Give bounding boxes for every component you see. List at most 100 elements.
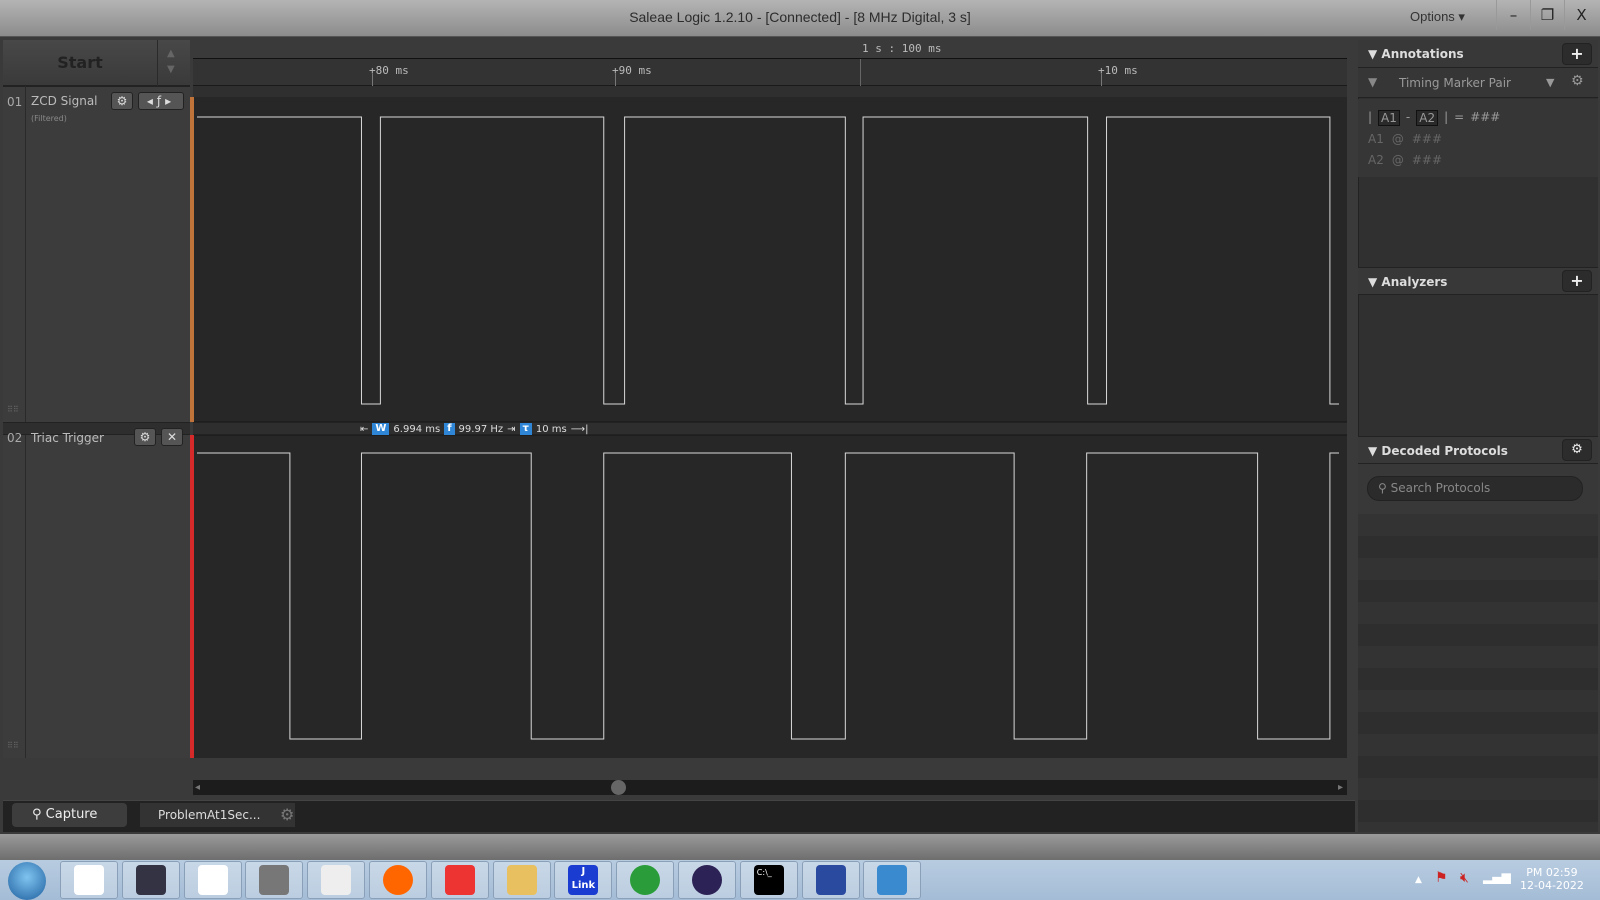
frequency-badge: f <box>444 423 455 435</box>
measurement-bar: ⇤ W 6.994 ms f 99.97 Hz ⇥ τ 10 ms ⟶| <box>360 423 589 435</box>
tab-session[interactable]: ProblemAt1Sec... <box>140 803 295 827</box>
taskbar-x-app[interactable] <box>121 861 180 899</box>
horizontal-scrollbar[interactable] <box>193 780 1347 795</box>
taskbar-cmd[interactable]: C:\_ <box>739 861 798 899</box>
taskbar-photo-viewer[interactable] <box>863 861 922 899</box>
tab-session-label: ProblemAt1Sec... <box>158 808 261 822</box>
triac-trigger-waveform <box>197 452 1339 740</box>
taskbar-eclipse[interactable] <box>678 861 736 899</box>
taskbar-remote-desktop[interactable] <box>801 861 860 899</box>
channel-2-header <box>3 435 190 758</box>
scroll-right-icon[interactable]: ▸ <box>1338 782 1343 793</box>
annotations-title: Annotations <box>1381 47 1464 61</box>
taskbar-chrome[interactable] <box>616 861 675 899</box>
action-center-icon[interactable]: ⚑ <box>1435 870 1448 886</box>
taskbar-silabs[interactable] <box>430 861 489 899</box>
decoded-protocols-title: Decoded Protocols <box>1381 444 1508 458</box>
period-value: 10 ms <box>535 423 567 435</box>
tick-label: +10 ms <box>1098 64 1138 77</box>
cmd-icon: C:\_ <box>753 865 784 895</box>
scroll-thumb[interactable] <box>611 780 626 795</box>
taskbar-dog-app[interactable] <box>60 861 118 899</box>
tick-label: +90 ms <box>612 64 652 77</box>
dropdown-icon[interactable]: ▼ <box>1546 76 1554 89</box>
channel-1-number: 01 <box>7 95 23 109</box>
channel-1-top-strip <box>193 86 1347 97</box>
status-bar <box>0 834 1600 860</box>
width-badge: W <box>372 423 390 435</box>
width-value: 6.994 ms <box>393 423 441 435</box>
options-menu[interactable]: Options ▾ <box>1410 9 1465 25</box>
trigger-edge-buttons[interactable]: ◂ƒ▸ <box>138 92 184 110</box>
tab-capture-label: Capture <box>45 807 98 822</box>
marker-a1-row: A1 @ ### <box>1368 132 1443 146</box>
channel-1-subtitle: (Filtered) <box>31 114 67 123</box>
dog-app-icon <box>74 865 104 895</box>
gear-icon[interactable]: ⚙ <box>134 428 156 446</box>
chrome-icon <box>630 865 661 895</box>
logic-analyzer-icon <box>321 865 352 895</box>
drag-handle-icon[interactable]: ⠿⠿ <box>7 741 19 750</box>
search-icon: ⚲ <box>1378 481 1387 495</box>
channel-1-color-bar <box>190 97 194 422</box>
clickup-icon <box>197 865 228 895</box>
search-protocols-input[interactable]: ⚲ Search Protocols <box>1367 476 1583 501</box>
marker-a2-row: A2 @ ### <box>1368 153 1443 167</box>
minimize-button[interactable]: – <box>1496 0 1530 30</box>
gear-icon[interactable]: ⚙ <box>1562 439 1592 461</box>
period-badge: τ <box>519 423 532 435</box>
gear-icon[interactable]: ⚙ <box>1571 73 1584 89</box>
channel-2-color-bar <box>190 435 194 758</box>
arrow-left-icon: ⇤ <box>360 423 369 435</box>
gear-icon[interactable]: ⚙ <box>111 92 133 110</box>
marker-icon: ▼ <box>1368 75 1378 89</box>
x-app-icon <box>135 865 166 895</box>
add-analyzer-button[interactable]: + <box>1562 270 1592 292</box>
marker-type-select[interactable]: Timing Marker Pair <box>1399 76 1511 90</box>
silabs-icon <box>444 865 475 895</box>
start-button[interactable]: Start <box>3 40 158 86</box>
channel-1-name[interactable]: ZCD Signal <box>31 94 98 108</box>
taskbar-file-explorer[interactable] <box>492 861 551 899</box>
frequency-value: 99.97 Hz <box>458 423 504 435</box>
taskbar-chip-tool[interactable] <box>245 861 304 899</box>
tab-capture[interactable]: ⚲ Capture <box>12 803 127 827</box>
start-menu-button[interactable] <box>8 862 46 900</box>
taskbar-clickup[interactable] <box>183 861 242 899</box>
remote-desktop-icon <box>815 865 846 895</box>
marker-difference: | A1- A2 | = ### <box>1368 110 1501 126</box>
search-icon: ⚲ <box>32 807 42 822</box>
network-icon[interactable]: ▂▄▆ <box>1483 870 1511 884</box>
drag-handle-icon[interactable]: ⠿⠿ <box>7 405 19 414</box>
channel-2-name[interactable]: Triac Trigger <box>31 431 104 445</box>
photo-viewer-icon <box>877 865 908 895</box>
waveform-area[interactable] <box>193 86 1347 758</box>
zcd-signal-waveform <box>197 116 1339 405</box>
close-button[interactable]: X <box>1564 0 1598 30</box>
eclipse-icon <box>692 865 722 895</box>
timeline-reference-row <box>193 40 1347 59</box>
taskbar-jlink[interactable]: J Link <box>554 861 613 899</box>
arrow-down-icon[interactable]: ▼ <box>167 64 175 75</box>
arrow-up-icon[interactable]: ▲ <box>167 48 175 59</box>
channel-2-number: 02 <box>7 431 23 445</box>
taskbar-firefox[interactable] <box>369 861 427 899</box>
taskbar-logic-analyzer[interactable] <box>307 861 366 899</box>
scroll-left-icon[interactable]: ◂ <box>195 782 200 793</box>
file-explorer-icon <box>506 865 537 895</box>
jlink-icon: J Link <box>568 865 599 895</box>
restore-button[interactable]: ❐ <box>1530 0 1564 30</box>
analyzers-title: Analyzers <box>1381 275 1448 289</box>
timeline-reference: 1 s : 100 ms <box>862 42 942 55</box>
show-hidden-icons[interactable]: ▲ <box>1415 875 1422 885</box>
clock[interactable]: PM 02:59 12-04-2022 <box>1520 866 1584 892</box>
chip-tool-icon <box>259 865 290 895</box>
gear-icon[interactable]: ⚙ <box>280 805 294 824</box>
volume-muted-icon[interactable]: 🔇︎ <box>1460 870 1469 886</box>
decoded-protocols-list <box>1358 514 1598 832</box>
window-title: Saleae Logic 1.2.10 - [Connected] - [8 M… <box>629 9 971 25</box>
close-icon[interactable]: ✕ <box>161 428 183 446</box>
add-annotation-button[interactable]: + <box>1562 43 1592 65</box>
channel-1-header <box>3 86 190 422</box>
tick-label: +80 ms <box>369 64 409 77</box>
